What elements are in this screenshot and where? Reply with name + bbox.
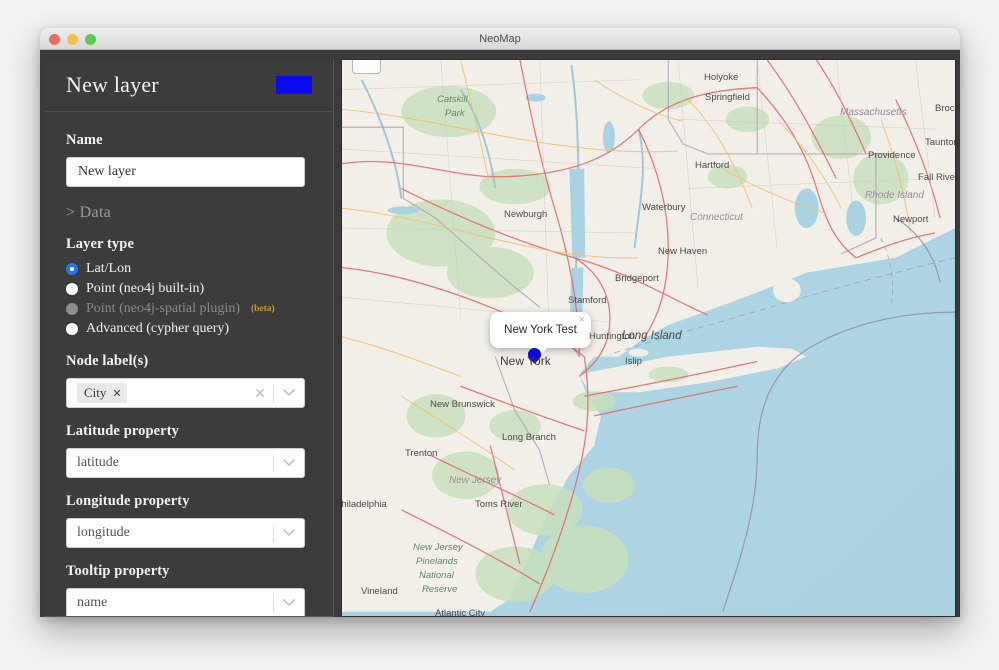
data-section-toggle[interactable]: > Data [66, 204, 311, 222]
layer-name-input[interactable] [66, 157, 305, 187]
radio-icon[interactable] [66, 283, 78, 295]
layer-type-option-label: Advanced (cypher query) [86, 321, 230, 336]
radio-icon [66, 303, 78, 315]
remove-chip-icon[interactable]: ✕ [112, 387, 121, 400]
radio-icon[interactable] [66, 323, 78, 335]
layer-type-label: Layer type [66, 236, 134, 252]
maximize-window-button[interactable] [85, 33, 96, 45]
node-labels-select[interactable]: City ✕ ✕ [66, 378, 305, 408]
latitude-property-label: Latitude property [66, 423, 179, 439]
node-labels-label: Node label(s) [66, 353, 149, 369]
layer-type-option-label: Point (neo4j-spatial plugin) [86, 301, 240, 316]
node-labels-value: City ✕ [77, 383, 247, 403]
minimize-window-button[interactable] [67, 33, 78, 45]
panel-header: New layer [44, 59, 333, 112]
tooltip-property-label: Tooltip property [66, 563, 170, 579]
close-icon[interactable]: × [579, 314, 585, 326]
window-titlebar: NeoMap [40, 28, 960, 50]
node-label-chip-text: City [84, 385, 107, 400]
layer-type-option-label: Point (neo4j built-in) [86, 281, 205, 296]
chevron-down-icon[interactable] [274, 529, 304, 537]
page-title: New layer [66, 72, 159, 97]
map-view[interactable]: New York Test × Catskill Park Holyoke Sprin… [341, 59, 956, 617]
longitude-property-label: Longitude property [66, 493, 190, 509]
map-zoom-control[interactable] [352, 60, 381, 74]
layer-color-swatch[interactable] [276, 76, 312, 94]
tooltip-property-value: name [77, 595, 108, 610]
layer-type-option-point-spatial: Point (neo4j-spatial plugin) (beta) [66, 301, 311, 317]
map-popup-label: New York Test [504, 324, 577, 336]
latitude-property-select[interactable]: latitude [66, 448, 305, 478]
latitude-property-value: latitude [77, 455, 119, 470]
radio-icon[interactable] [66, 263, 78, 275]
chevron-down-icon[interactable] [274, 389, 304, 397]
layer-type-option-advanced[interactable]: Advanced (cypher query) [66, 321, 311, 337]
layer-config-panel: New layer Name > Data Layer type Lat/Lon… [44, 59, 334, 617]
map-marker-popup[interactable]: New York Test × [490, 312, 591, 356]
window-title: NeoMap [479, 33, 521, 45]
clear-selection-icon[interactable]: ✕ [247, 385, 273, 402]
node-label-chip[interactable]: City ✕ [77, 383, 127, 403]
map-tiles [342, 60, 955, 612]
layer-type-option-lat-lon[interactable]: Lat/Lon [66, 261, 311, 277]
chevron-down-icon[interactable] [274, 459, 304, 467]
chevron-down-icon[interactable] [274, 599, 304, 607]
layer-type-option-label: Lat/Lon [86, 261, 132, 276]
panel-content: Name > Data Layer type Lat/Lon Point (ne… [44, 112, 333, 616]
window-controls [49, 28, 96, 50]
window-body: New layer Name > Data Layer type Lat/Lon… [40, 50, 960, 617]
layer-type-option-point-builtin[interactable]: Point (neo4j built-in) [66, 281, 311, 297]
longitude-property-value: longitude [77, 525, 130, 540]
longitude-property-select[interactable]: longitude [66, 518, 305, 548]
app-window: NeoMap New layer Name > Data Layer type … [40, 28, 960, 617]
close-window-button[interactable] [49, 33, 60, 45]
name-field-label: Name [66, 132, 103, 148]
tooltip-property-select[interactable]: name [66, 588, 305, 616]
beta-badge: (beta) [250, 304, 275, 314]
